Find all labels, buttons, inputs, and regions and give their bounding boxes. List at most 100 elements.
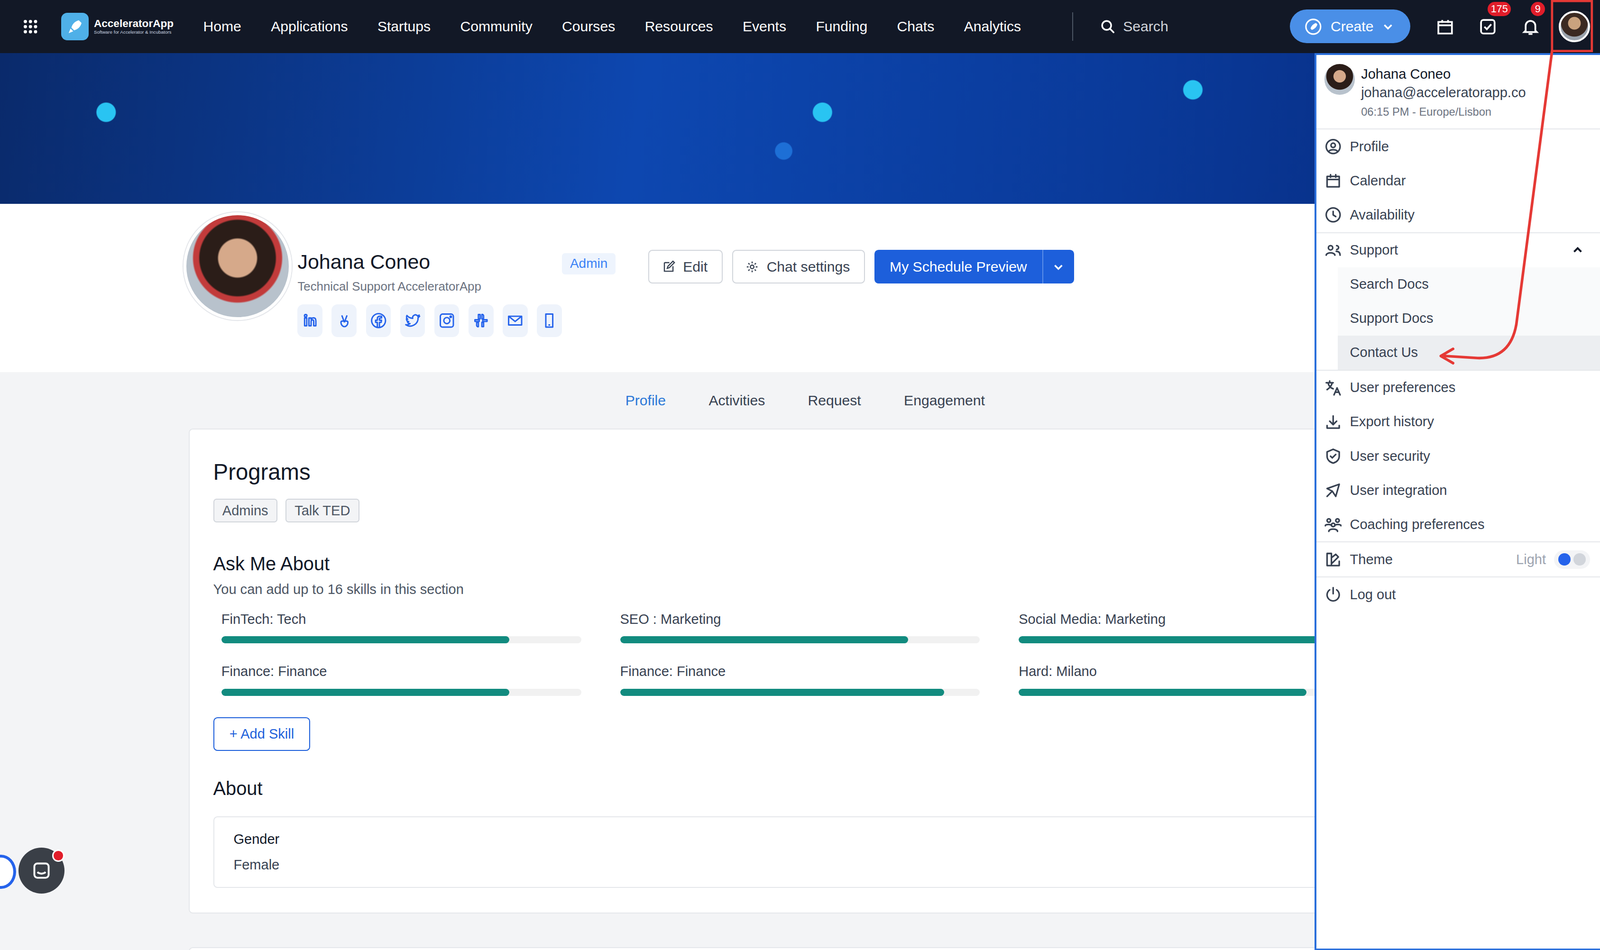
tab[interactable]: Activities bbox=[687, 392, 787, 409]
gear-icon bbox=[744, 259, 760, 275]
skills-grid: FinTech: TechSEO : MarketingSocial Media… bbox=[213, 611, 1388, 697]
submenu-item[interactable]: Contact Us bbox=[1337, 335, 1600, 370]
schedule-dropdown-button[interactable] bbox=[1042, 249, 1075, 284]
search-field[interactable]: Search bbox=[1099, 18, 1169, 35]
user-menu: Johana Coneojohana@acceleratorapp.co06:1… bbox=[1314, 53, 1600, 950]
unread-dot bbox=[52, 849, 65, 862]
schedule-preview-button[interactable]: My Schedule Preview bbox=[874, 249, 1043, 284]
sun-icon bbox=[1558, 553, 1571, 566]
skill-label: FinTech: Tech bbox=[221, 611, 582, 628]
next-card bbox=[188, 947, 1412, 950]
moon-icon bbox=[1573, 553, 1586, 566]
menu-section: ThemeLight bbox=[1316, 542, 1600, 578]
bell-icon bbox=[1520, 17, 1541, 37]
nav-link[interactable]: Funding bbox=[815, 18, 868, 35]
user-avatar-button[interactable] bbox=[1557, 9, 1592, 44]
social-link[interactable] bbox=[502, 304, 528, 338]
skill-bar bbox=[221, 636, 582, 644]
rocket-icon bbox=[65, 17, 85, 37]
social-icon bbox=[369, 312, 388, 330]
widget-ring[interactable] bbox=[0, 855, 17, 890]
program-tag[interactable]: Talk TED bbox=[285, 498, 360, 523]
chat-settings-button[interactable]: Chat settings bbox=[732, 249, 866, 284]
about-box: GenderFemale bbox=[213, 816, 1388, 889]
menu-item-icon bbox=[1324, 447, 1343, 466]
menu-item[interactable]: Profile bbox=[1316, 129, 1600, 164]
nav-link[interactable]: Community bbox=[459, 18, 533, 35]
menu-item[interactable]: User security bbox=[1316, 439, 1600, 474]
submenu-item[interactable]: Support Docs bbox=[1337, 301, 1600, 336]
skill-label: Finance: Finance bbox=[620, 663, 981, 680]
nav-link[interactable]: Events bbox=[742, 18, 787, 35]
nav-link[interactable]: Analytics bbox=[964, 18, 1021, 35]
logo[interactable]: AcceleratorAppSoftware for Accelerator &… bbox=[61, 12, 174, 41]
social-icon bbox=[472, 312, 490, 330]
submenu-item[interactable]: Search Docs bbox=[1337, 267, 1600, 302]
menu-item[interactable]: Export history bbox=[1316, 404, 1600, 440]
menu-item[interactable]: Availability bbox=[1316, 197, 1600, 232]
menu-item-icon bbox=[1324, 137, 1343, 156]
profile-tabs: ProfileActivitiesRequestEngagement bbox=[188, 372, 1412, 429]
program-tag[interactable]: Admins bbox=[213, 498, 278, 523]
theme-value: Light bbox=[1516, 551, 1546, 568]
social-link[interactable] bbox=[434, 304, 460, 338]
create-button[interactable]: Create bbox=[1289, 9, 1411, 44]
social-link[interactable] bbox=[366, 304, 392, 338]
field-value: Female bbox=[233, 857, 1367, 874]
edit-icon bbox=[661, 259, 676, 275]
social-link[interactable] bbox=[536, 304, 562, 338]
about-field: GenderFemale bbox=[233, 831, 1367, 874]
nav-link[interactable]: Resources bbox=[644, 18, 714, 35]
tab[interactable]: Profile bbox=[603, 392, 688, 409]
menu-section: SupportSearch DocsSupport DocsContact Us bbox=[1316, 233, 1600, 371]
tab[interactable]: Engagement bbox=[882, 392, 1007, 409]
add-skill-button[interactable]: + Add Skill bbox=[213, 717, 311, 752]
nav-link[interactable]: Startups bbox=[377, 18, 431, 35]
skill-item: FinTech: Tech bbox=[221, 611, 582, 644]
theme-toggle[interactable] bbox=[1554, 550, 1590, 570]
menu-item[interactable]: User preferences bbox=[1316, 370, 1600, 405]
apps-grid-icon[interactable] bbox=[22, 18, 39, 35]
tab[interactable]: Request bbox=[786, 392, 883, 409]
tasks-button[interactable]: 175 bbox=[1471, 10, 1505, 44]
menu-item-icon bbox=[1324, 481, 1343, 500]
logo-mark bbox=[61, 12, 89, 41]
menu-section: ProfileCalendarAvailability bbox=[1316, 129, 1600, 233]
calendar-button[interactable] bbox=[1428, 10, 1462, 44]
edit-button[interactable]: Edit bbox=[648, 249, 723, 284]
menu-item[interactable]: ThemeLight bbox=[1316, 542, 1600, 577]
social-link[interactable] bbox=[297, 304, 323, 338]
top-nav: AcceleratorAppSoftware for Accelerator &… bbox=[0, 0, 1600, 54]
skill-label: Finance: Finance bbox=[221, 663, 582, 680]
social-icon bbox=[404, 312, 422, 330]
menu-item[interactable]: Support bbox=[1316, 233, 1600, 268]
nav-link[interactable]: Applications bbox=[270, 18, 348, 35]
skill-bar bbox=[620, 689, 981, 697]
search-placeholder: Search bbox=[1122, 18, 1168, 35]
social-link[interactable] bbox=[468, 304, 494, 338]
menu-item[interactable]: Coaching preferences bbox=[1316, 507, 1600, 542]
social-icon bbox=[335, 312, 354, 330]
menu-section: Log out bbox=[1316, 577, 1600, 612]
skill-item: SEO : Marketing bbox=[620, 611, 981, 644]
notifications-button[interactable]: 9 bbox=[1514, 10, 1547, 44]
menu-item[interactable]: User integration bbox=[1316, 473, 1600, 508]
menu-item-icon bbox=[1324, 206, 1343, 224]
chevron-icon bbox=[1571, 244, 1584, 257]
profile-name: Johana Coneo bbox=[297, 248, 562, 276]
chevron-down-icon bbox=[1052, 260, 1065, 274]
menu-item[interactable]: Log out bbox=[1316, 577, 1600, 612]
menu-item-icon bbox=[1324, 586, 1343, 604]
menu-item[interactable]: Calendar bbox=[1316, 163, 1600, 198]
nav-link[interactable]: Courses bbox=[561, 18, 616, 35]
avatar-photo bbox=[1324, 64, 1356, 95]
skills-title: Ask Me About bbox=[213, 551, 1388, 577]
nav-link[interactable]: Home bbox=[202, 18, 241, 35]
chat-widget-button[interactable] bbox=[18, 847, 65, 894]
avatar-photo bbox=[1558, 10, 1591, 43]
search-icon bbox=[1099, 18, 1116, 35]
social-link[interactable] bbox=[331, 304, 357, 338]
social-link[interactable] bbox=[400, 304, 426, 338]
nav-link[interactable]: Chats bbox=[897, 18, 935, 35]
menu-item-icon bbox=[1324, 551, 1343, 569]
